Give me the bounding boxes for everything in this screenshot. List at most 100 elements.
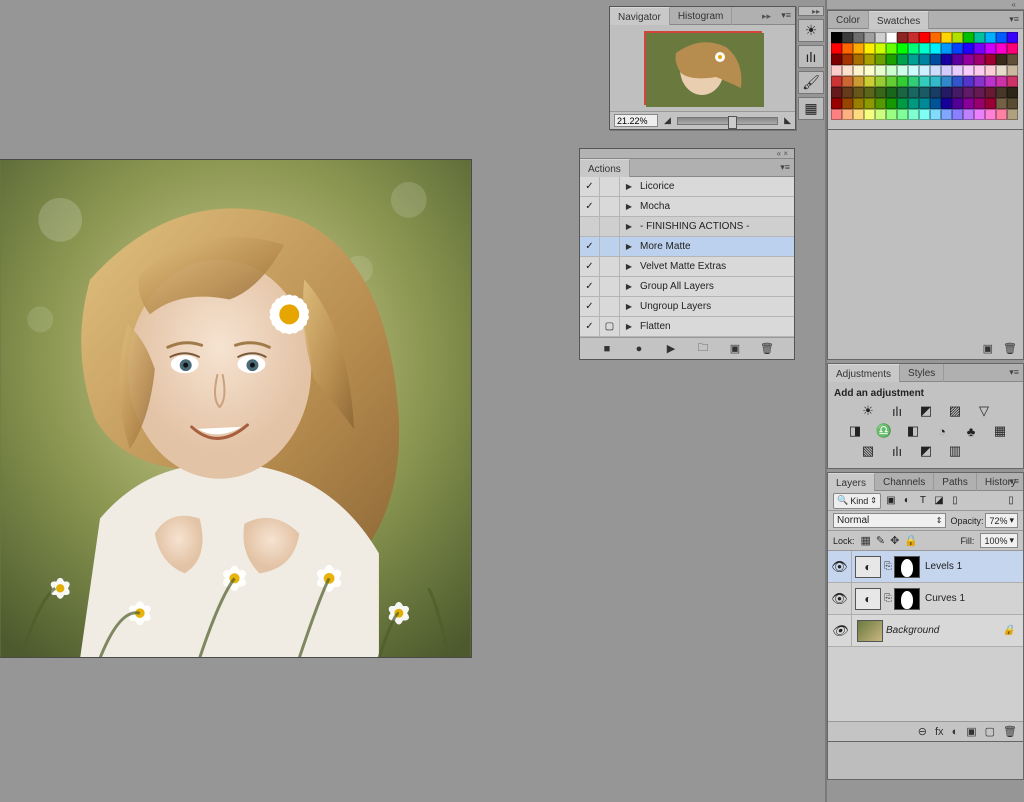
swatch[interactable] [985, 109, 996, 120]
swatch[interactable] [853, 65, 864, 76]
swatch[interactable] [974, 43, 985, 54]
swatch[interactable] [831, 87, 842, 98]
action-row[interactable]: ✓▶More Matte [580, 237, 794, 257]
swatch[interactable] [1007, 32, 1018, 43]
swatch[interactable] [853, 54, 864, 65]
swatch[interactable] [930, 54, 941, 65]
swatch[interactable] [842, 65, 853, 76]
swatch[interactable] [985, 98, 996, 109]
swatch[interactable] [974, 109, 985, 120]
swatch[interactable] [952, 87, 963, 98]
action-row[interactable]: ✓▶Licorice [580, 177, 794, 197]
swatch[interactable] [941, 109, 952, 120]
action-dialog-checkbox[interactable] [600, 297, 620, 317]
swatch[interactable] [996, 54, 1007, 65]
swatch[interactable] [908, 43, 919, 54]
swatch[interactable] [864, 32, 875, 43]
adjustment-icon[interactable]: ♣ [963, 423, 979, 439]
swatch[interactable] [974, 76, 985, 87]
swatch[interactable] [875, 98, 886, 109]
swatch[interactable] [996, 109, 1007, 120]
swatch[interactable] [930, 65, 941, 76]
tab-layers[interactable]: Layers [828, 473, 875, 491]
dock-collapse-icon[interactable]: ▸▸ [798, 6, 824, 16]
adjustment-icon[interactable]: ◨ [847, 423, 863, 439]
document-canvas[interactable] [0, 159, 472, 658]
swatch[interactable] [831, 32, 842, 43]
swatch[interactable] [974, 65, 985, 76]
swatch[interactable] [831, 54, 842, 65]
swatch[interactable] [831, 43, 842, 54]
swatch[interactable] [1007, 87, 1018, 98]
swatch[interactable] [875, 76, 886, 87]
actions-menu-icon[interactable]: ▾≡ [780, 162, 790, 173]
swatch[interactable] [864, 76, 875, 87]
tab-histogram[interactable]: Histogram [670, 7, 733, 25]
adjustment-icon[interactable]: ◩ [918, 443, 934, 459]
swatch[interactable] [897, 87, 908, 98]
swatch[interactable] [963, 98, 974, 109]
swatch[interactable] [886, 109, 897, 120]
swatch[interactable] [853, 98, 864, 109]
swatch[interactable] [864, 43, 875, 54]
swatch[interactable] [952, 65, 963, 76]
adjustments-menu-icon[interactable]: ▾≡ [1009, 367, 1019, 378]
histogram-icon[interactable]: ılı [798, 45, 824, 68]
lock-option-icon[interactable]: 🔒 [904, 534, 918, 547]
layer-filter-icon[interactable]: ◪ [932, 494, 946, 508]
tab-channels[interactable]: Channels [875, 473, 934, 491]
layer-filter-icon[interactable]: T [916, 494, 930, 508]
stop-icon[interactable]: ■ [600, 343, 614, 355]
adjustment-icon[interactable]: ◧ [905, 423, 921, 439]
action-row[interactable]: ✓▶Group All Layers [580, 277, 794, 297]
swatch[interactable] [952, 76, 963, 87]
swatch[interactable] [930, 32, 941, 43]
layer-row[interactable]: 👁Background🔒 [828, 615, 1023, 647]
disclosure-icon[interactable]: ▶ [620, 217, 638, 237]
swatch[interactable] [963, 76, 974, 87]
swatch[interactable] [985, 76, 996, 87]
swatch[interactable] [886, 32, 897, 43]
tab-paths[interactable]: Paths [934, 473, 977, 491]
swatch-icon[interactable]: ▦ [798, 97, 824, 120]
swatch[interactable] [875, 87, 886, 98]
zoom-out-icon[interactable]: ◢ [664, 115, 671, 126]
swatch[interactable] [886, 65, 897, 76]
action-toggle-checkbox[interactable] [580, 217, 600, 237]
swatch[interactable] [864, 65, 875, 76]
brush-icon[interactable]: 🖌 [798, 71, 824, 94]
swatch[interactable] [996, 87, 1007, 98]
swatch[interactable] [930, 87, 941, 98]
swatch[interactable] [886, 54, 897, 65]
adjustment-icon[interactable]: ▧ [860, 443, 876, 459]
swatch[interactable] [985, 54, 996, 65]
action-toggle-checkbox[interactable]: ✓ [580, 237, 600, 257]
layer-filter-icon[interactable]: ◐ [900, 494, 914, 508]
swatch[interactable] [919, 76, 930, 87]
swatch[interactable] [919, 109, 930, 120]
adjustment-icon[interactable]: ▥ [947, 443, 963, 459]
adjustment-icon[interactable]: ılı [889, 403, 905, 419]
swatch[interactable] [996, 76, 1007, 87]
disclosure-icon[interactable]: ▶ [620, 257, 638, 277]
swatch[interactable] [1007, 65, 1018, 76]
swatch[interactable] [908, 87, 919, 98]
adjustment-icon[interactable]: ♎ [876, 423, 892, 439]
lock-option-icon[interactable]: ✎ [876, 534, 885, 547]
swatch[interactable] [908, 32, 919, 43]
swatch[interactable] [952, 98, 963, 109]
swatch[interactable] [842, 76, 853, 87]
swatch[interactable] [853, 87, 864, 98]
swatch[interactable] [963, 54, 974, 65]
trash-icon[interactable]: 🗑 [760, 342, 774, 355]
layer-thumbnail[interactable]: ◐ [855, 588, 881, 610]
swatch[interactable] [974, 87, 985, 98]
folder-icon[interactable]: 🗀 [696, 339, 710, 358]
swatch[interactable] [974, 54, 985, 65]
lock-option-icon[interactable]: ✥ [890, 534, 899, 547]
filter-toggle-icon[interactable]: ▯ [1004, 494, 1018, 508]
swatch[interactable] [1007, 76, 1018, 87]
record-icon[interactable]: ● [632, 343, 646, 355]
swatch[interactable] [996, 65, 1007, 76]
swatch[interactable] [886, 98, 897, 109]
